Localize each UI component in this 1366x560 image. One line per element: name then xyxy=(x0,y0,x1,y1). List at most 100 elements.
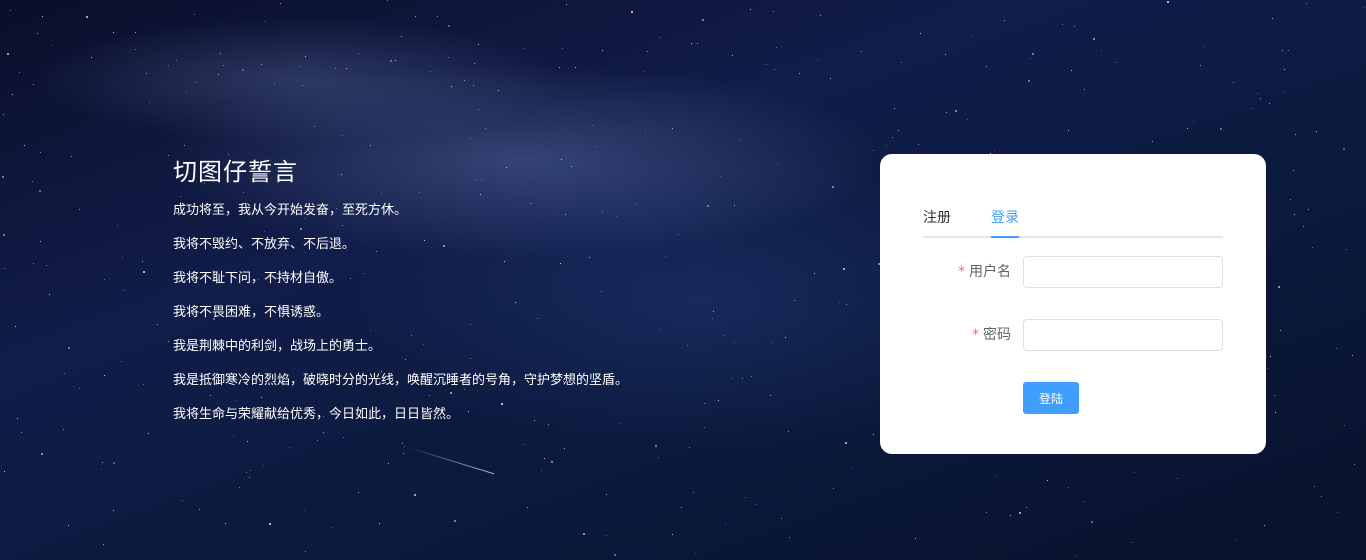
star-dot xyxy=(370,145,371,146)
star-dot xyxy=(101,469,102,470)
star-dot xyxy=(199,509,200,510)
star-dot xyxy=(1134,472,1135,473)
star-dot xyxy=(454,520,456,522)
page-background: 切图仔誓言 成功将至，我从今开始发奋，至死方休。 我将不毁约、不放弃、不后退。 … xyxy=(0,0,1366,560)
star-dot xyxy=(346,68,347,69)
star-dot xyxy=(304,510,305,511)
star-dot xyxy=(1028,80,1030,82)
star-dot xyxy=(437,16,438,17)
required-mark: * xyxy=(958,264,965,280)
star-dot xyxy=(143,384,144,385)
star-dot xyxy=(39,190,41,192)
star-dot xyxy=(1316,131,1317,132)
star-dot xyxy=(168,65,169,66)
star-dot xyxy=(342,135,343,136)
star-dot xyxy=(1282,50,1283,51)
star-dot xyxy=(430,71,431,72)
oath-panel: 切图仔誓言 成功将至，我从今开始发奋，至死方休。 我将不毁约、不放弃、不后退。 … xyxy=(173,155,733,439)
star-dot xyxy=(269,523,271,525)
star-dot xyxy=(464,80,465,81)
star-dot xyxy=(702,19,704,21)
login-button[interactable]: 登陆 xyxy=(1023,382,1079,414)
star-dot xyxy=(794,300,795,301)
star-dot xyxy=(104,375,105,376)
star-dot xyxy=(37,33,38,34)
star-dot xyxy=(789,537,790,538)
star-dot xyxy=(920,33,921,34)
star-dot xyxy=(40,241,41,242)
star-dot xyxy=(695,553,696,554)
star-dot xyxy=(220,53,221,54)
star-dot xyxy=(414,494,416,496)
star-dot xyxy=(592,125,593,126)
star-dot xyxy=(451,86,452,87)
oath-title: 切图仔誓言 xyxy=(173,158,298,186)
star-dot xyxy=(86,16,88,18)
star-dot xyxy=(335,68,336,69)
star-dot xyxy=(945,54,946,55)
star-dot xyxy=(1177,478,1178,479)
star-dot xyxy=(79,388,80,389)
star-dot xyxy=(358,53,359,54)
star-dot xyxy=(967,119,968,120)
star-dot xyxy=(403,453,404,454)
star-dot xyxy=(659,37,660,38)
star-dot xyxy=(117,225,118,226)
tab-register[interactable]: 注册 xyxy=(923,208,951,228)
star-dot xyxy=(799,73,800,74)
star-dot xyxy=(289,447,290,448)
star-dot xyxy=(10,10,11,11)
star-dot xyxy=(263,465,264,466)
star-dot xyxy=(17,418,18,419)
star-dot xyxy=(402,443,403,444)
star-dot xyxy=(994,150,995,151)
star-dot xyxy=(915,538,916,539)
star-dot xyxy=(498,90,499,91)
tab-login[interactable]: 登录 xyxy=(991,208,1019,228)
star-dot xyxy=(104,279,105,280)
login-card: 注册 登录 * 用户名 * 密码 登陆 xyxy=(880,154,1266,454)
star-dot xyxy=(42,16,43,17)
star-dot xyxy=(955,110,957,112)
star-dot xyxy=(691,43,692,44)
star-dot xyxy=(387,0,388,1)
star-dot xyxy=(1270,356,1271,357)
star-dot xyxy=(562,48,563,49)
star-dot xyxy=(314,126,315,127)
password-label: * 密码 xyxy=(923,319,1011,351)
oath-line-3: 我将不耻下问，不持材自傲。 xyxy=(173,271,343,286)
star-dot xyxy=(1132,542,1133,543)
star-dot xyxy=(79,209,80,210)
password-label-text: 密码 xyxy=(983,327,1011,343)
star-dot xyxy=(388,463,389,464)
username-input[interactable] xyxy=(1023,256,1223,288)
star-dot xyxy=(843,268,845,270)
star-dot xyxy=(785,337,786,338)
star-dot xyxy=(33,84,34,85)
star-dot xyxy=(1257,93,1258,94)
star-dot xyxy=(995,476,996,477)
star-dot xyxy=(1233,82,1234,83)
star-dot xyxy=(1047,480,1048,481)
star-dot xyxy=(3,234,5,236)
star-dot xyxy=(1167,1,1169,3)
star-dot xyxy=(1220,128,1222,130)
star-dot xyxy=(157,324,158,325)
star-dot xyxy=(478,109,479,110)
star-dot xyxy=(148,433,149,434)
star-dot xyxy=(121,361,122,362)
star-dot xyxy=(49,294,50,295)
star-dot xyxy=(12,94,13,95)
star-dot xyxy=(102,462,103,463)
star-dot xyxy=(745,497,746,498)
star-dot xyxy=(1010,515,1011,516)
password-input[interactable] xyxy=(1023,319,1223,351)
star-dot xyxy=(264,21,265,22)
star-dot xyxy=(606,494,607,495)
username-row: * 用户名 xyxy=(923,256,1223,288)
star-dot xyxy=(894,108,895,109)
star-dot xyxy=(777,163,778,164)
star-dot xyxy=(647,51,648,52)
star-dot xyxy=(1068,130,1069,131)
username-label-text: 用户名 xyxy=(969,264,1011,280)
